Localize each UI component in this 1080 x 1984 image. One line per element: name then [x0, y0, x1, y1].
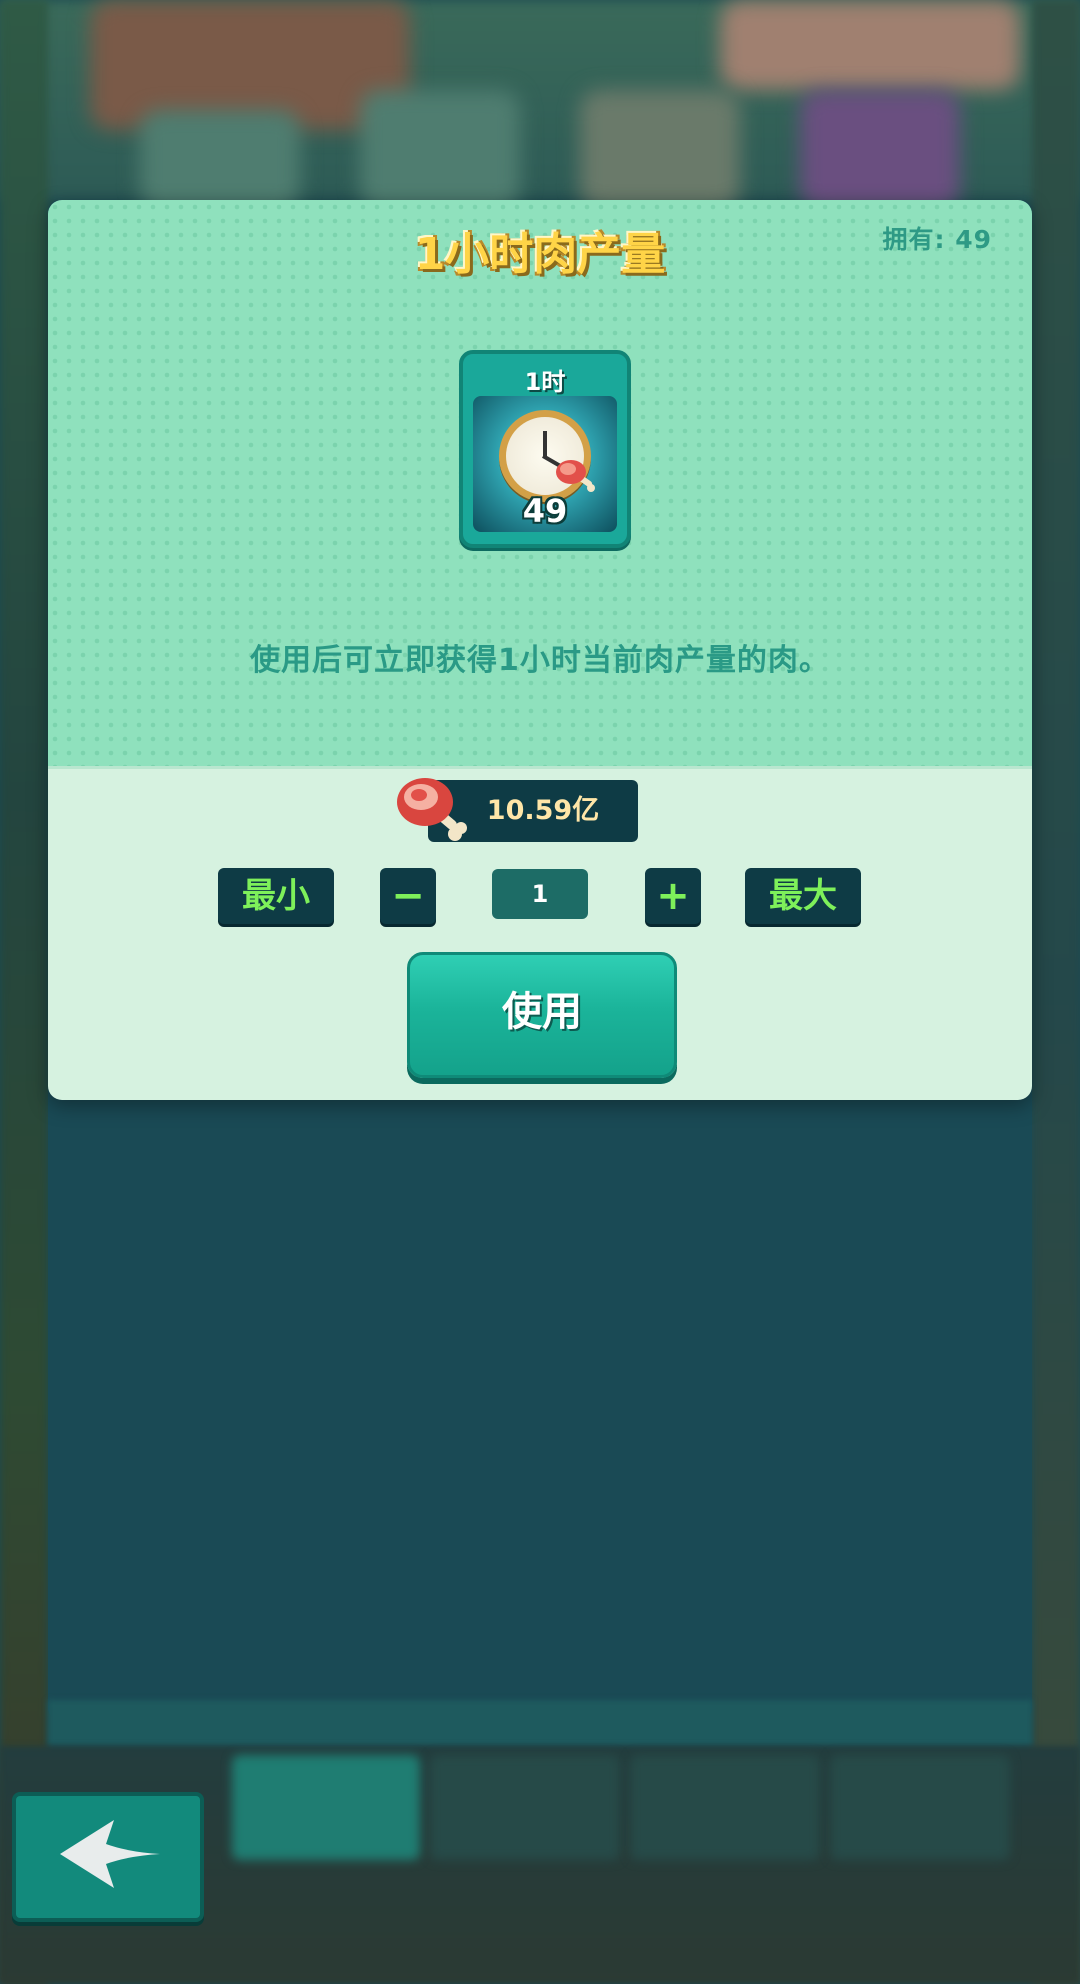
background-tab [232, 1755, 420, 1860]
item-description: 使用后可立即获得1小时当前肉产量的肉。 [250, 643, 830, 678]
use-button[interactable]: 使用 [407, 952, 677, 1078]
item-use-dialog: 1小时肉产量 拥有: 49 1时 49 使用后可立即获得1小时当前肉产量的肉。 [48, 200, 1032, 1100]
max-quantity-button[interactable]: 最大 [745, 868, 861, 924]
reward-amount: 10.59亿 [486, 795, 600, 826]
background-tab [830, 1755, 1010, 1860]
dialog-info-area: 1小时肉产量 拥有: 49 1时 49 使用后可立即获得1小时当前肉产量的肉。 [48, 200, 1032, 766]
background-shape [140, 110, 300, 210]
item-count: 49 [522, 492, 568, 530]
background-shape [360, 90, 520, 210]
back-arrow-icon [60, 1820, 160, 1888]
background-shape [800, 90, 960, 210]
owned-count: 拥有: 49 [882, 225, 992, 254]
background-panel-footer [48, 1700, 1032, 1746]
item-duration-label: 1时 [524, 368, 566, 396]
min-quantity-button[interactable]: 最小 [218, 868, 334, 924]
increase-quantity-button[interactable]: + [645, 868, 701, 924]
decrease-quantity-button[interactable]: − [380, 868, 436, 924]
background-shape [720, 0, 1020, 90]
background-tab [430, 1755, 620, 1860]
quantity-field[interactable]: 1 [492, 869, 588, 919]
item-card: 1时 49 [459, 350, 631, 548]
meat-icon [397, 778, 467, 841]
background-right-edge [1032, 0, 1080, 1984]
background-shape [580, 90, 740, 210]
background-left-edge [0, 0, 48, 1984]
clock-meat-icon: 49 [473, 396, 617, 532]
back-button[interactable] [12, 1792, 204, 1922]
use-button-label: 使用 [502, 989, 582, 1035]
meat-icon [556, 460, 595, 492]
background-tab [630, 1755, 820, 1860]
